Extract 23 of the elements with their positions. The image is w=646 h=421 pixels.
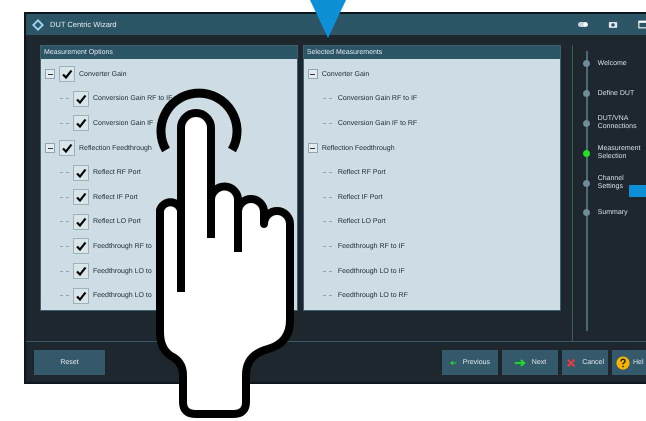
marker-bar	[629, 185, 646, 197]
close-icon	[566, 358, 576, 368]
right-arrow-icon	[514, 358, 526, 368]
diamond-logo-icon	[32, 18, 44, 30]
checkbox[interactable]	[59, 66, 75, 82]
toggle-icon[interactable]	[578, 20, 588, 29]
checkbox[interactable]	[73, 115, 89, 132]
window-icon[interactable]	[638, 20, 646, 29]
checkbox[interactable]	[73, 214, 89, 230]
checkbox[interactable]	[73, 90, 89, 107]
checkbox[interactable]	[73, 238, 89, 254]
checkbox[interactable]	[73, 189, 89, 206]
checkbox[interactable]	[73, 288, 89, 304]
collapse-toggle[interactable]	[45, 69, 55, 80]
collapse-toggle[interactable]	[308, 69, 318, 80]
camera-icon[interactable]	[608, 20, 618, 29]
collapse-toggle[interactable]	[308, 143, 318, 154]
pointer-triangle-icon	[310, 0, 346, 38]
checkbox[interactable]	[73, 263, 89, 280]
collapse-toggle[interactable]	[45, 143, 55, 154]
checkbox[interactable]	[73, 164, 89, 181]
help-icon	[616, 356, 630, 370]
checkbox[interactable]	[59, 140, 75, 156]
